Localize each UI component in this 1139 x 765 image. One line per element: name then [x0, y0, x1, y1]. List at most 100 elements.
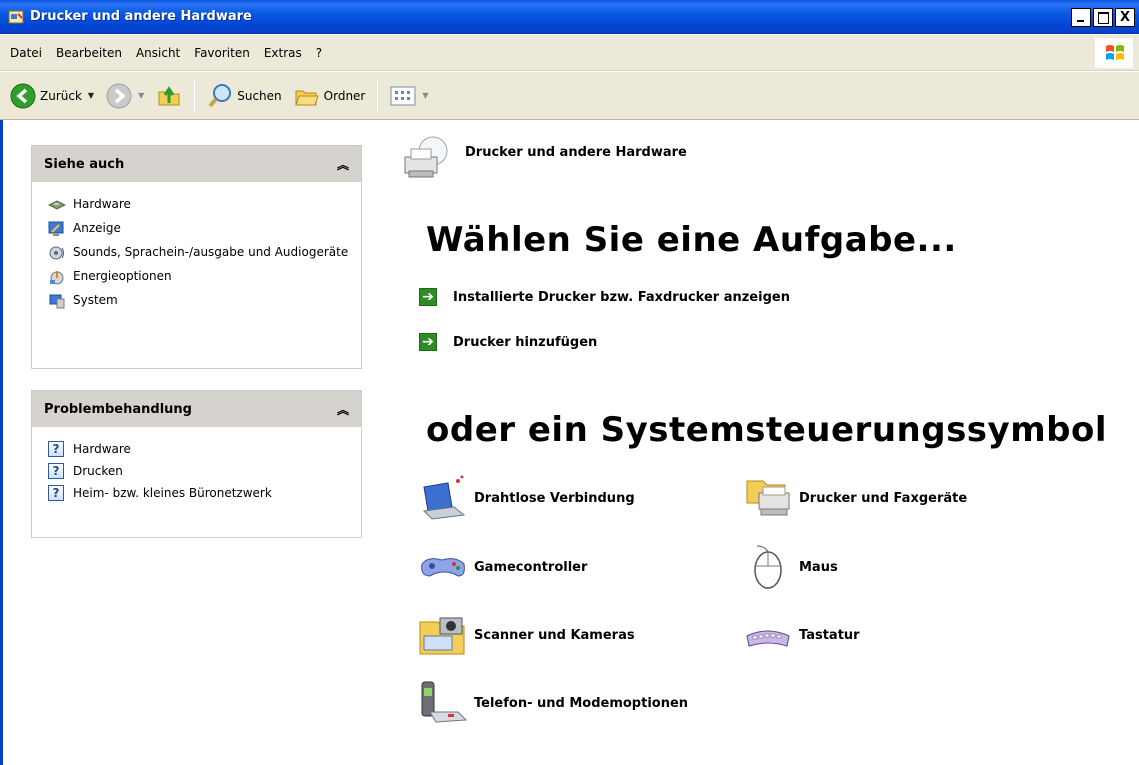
scanner-camera-icon	[419, 617, 465, 655]
window-frame-left	[0, 120, 3, 765]
cp-label: Drucker und Faxgeräte	[799, 490, 968, 506]
printer-fax-icon	[746, 480, 790, 516]
menu-ansicht[interactable]: Ansicht	[136, 46, 180, 60]
see-also-item-label: Hardware	[73, 197, 131, 211]
views-dropdown-icon[interactable]: ▼	[422, 91, 428, 100]
cp-label: Maus	[799, 559, 838, 575]
cp-label: Tastatur	[799, 627, 860, 643]
cp-label: Gamecontroller	[474, 559, 588, 575]
phone-modem-icon	[421, 681, 468, 723]
see-also-item-display[interactable]: Anzeige	[48, 220, 361, 238]
printer-hardware-icon	[404, 136, 448, 178]
troubleshoot-item-label: Drucken	[73, 464, 123, 478]
category-header: Drucker und andere Hardware	[403, 135, 687, 183]
see-also-panel: Siehe auch ︽ Hardware Anzeige Sounds, Sp…	[31, 145, 362, 369]
cp-phone-modem[interactable]: Telefon- und Modemoptionen	[418, 678, 688, 728]
hardware-icon	[48, 200, 66, 210]
see-also-title: Siehe auch	[44, 156, 125, 172]
icon-heading: oder ein Systemsteuerungssymbol	[426, 410, 1107, 450]
menu-bearbeiten[interactable]: Bearbeiten	[56, 46, 122, 60]
troubleshoot-title: Problembehandlung	[44, 401, 192, 417]
windows-flag-icon	[1105, 45, 1124, 60]
control-panel-icon	[8, 10, 24, 24]
search-label: Suchen	[237, 88, 282, 103]
task-label: Installierte Drucker bzw. Faxdrucker anz…	[453, 289, 790, 305]
cp-label: Scanner und Kameras	[474, 627, 635, 643]
task-label: Drucker hinzufügen	[453, 334, 598, 350]
toolbar: Zurück ▼ ▼ Suchen Ordner ▼	[0, 72, 1139, 120]
sound-icon	[49, 246, 64, 260]
troubleshoot-item-printing[interactable]: ? Drucken	[48, 463, 361, 479]
system-icon	[49, 294, 65, 309]
see-also-item-sounds[interactable]: Sounds, Sprachein-/ausgabe und Audiogerä…	[48, 244, 361, 262]
mouse-icon	[754, 545, 782, 589]
folders-icon	[294, 90, 319, 105]
window-title: Drucker und andere Hardware	[30, 9, 252, 24]
help-icon: ?	[48, 463, 64, 479]
back-dropdown-icon[interactable]: ▼	[88, 91, 94, 100]
see-also-item-label: Energieoptionen	[73, 269, 172, 283]
back-arrow-icon	[10, 83, 36, 108]
forward-button[interactable]: ▼	[100, 77, 150, 115]
see-also-item-hardware[interactable]: Hardware	[48, 196, 361, 214]
cp-label: Telefon- und Modemoptionen	[474, 695, 689, 711]
search-icon	[208, 83, 232, 107]
collapse-chevron-icon[interactable]: ︽	[337, 401, 349, 418]
category-title: Drucker und andere Hardware	[465, 144, 687, 160]
task-arrow-icon: ➔	[419, 288, 437, 306]
keyboard-icon	[746, 630, 790, 647]
views-button[interactable]: ▼	[384, 77, 434, 115]
troubleshoot-item-label: Hardware	[73, 442, 131, 456]
troubleshoot-item-network[interactable]: ? Heim- bzw. kleines Büronetzwerk	[48, 485, 361, 501]
task-heading: Wählen Sie eine Aufgabe...	[426, 220, 957, 260]
display-icon	[48, 221, 64, 236]
troubleshoot-item-hardware[interactable]: ? Hardware	[48, 441, 361, 457]
see-also-header[interactable]: Siehe auch ︽	[32, 146, 361, 182]
troubleshoot-panel: Problembehandlung ︽ ? Hardware ? Drucken…	[31, 390, 362, 538]
windows-logo	[1095, 38, 1133, 68]
menu-extras[interactable]: Extras	[264, 46, 302, 60]
wireless-laptop-icon	[422, 475, 466, 520]
up-folder-button[interactable]	[150, 77, 188, 115]
title-bar[interactable]: Drucker und andere Hardware X	[0, 0, 1139, 34]
help-icon: ?	[48, 441, 64, 457]
menu-bar: Datei Bearbeiten Ansicht Favoriten Extra…	[0, 35, 1139, 71]
views-icon	[390, 86, 416, 105]
cp-keyboard[interactable]: Tastatur	[743, 610, 860, 660]
minimize-button[interactable]	[1071, 8, 1091, 27]
help-icon: ?	[48, 485, 64, 501]
see-also-item-label: System	[73, 293, 118, 307]
forward-dropdown-icon[interactable]: ▼	[138, 91, 144, 100]
troubleshoot-item-label: Heim- bzw. kleines Büronetzwerk	[73, 486, 272, 500]
see-also-item-label: Sounds, Sprachein-/ausgabe und Audiogerä…	[73, 245, 349, 259]
task-add-printer[interactable]: ➔ Drucker hinzufügen	[419, 333, 597, 351]
cp-printers-faxes[interactable]: Drucker und Faxgeräte	[743, 473, 967, 523]
menu-favoriten[interactable]: Favoriten	[194, 46, 250, 60]
menu-help[interactable]: ?	[316, 46, 322, 60]
task-view-printers[interactable]: ➔ Installierte Drucker bzw. Faxdrucker a…	[419, 288, 790, 306]
troubleshoot-header[interactable]: Problembehandlung ︽	[32, 391, 361, 427]
maximize-button[interactable]	[1093, 8, 1113, 27]
back-label: Zurück	[40, 88, 82, 103]
gamepad-icon	[421, 558, 465, 577]
task-arrow-icon: ➔	[419, 333, 437, 351]
forward-arrow-icon	[106, 83, 132, 108]
cp-wireless-connection[interactable]: Drahtlose Verbindung	[418, 473, 635, 523]
close-button[interactable]: X	[1115, 8, 1135, 27]
cp-mouse[interactable]: Maus	[743, 542, 838, 592]
power-icon	[50, 271, 64, 285]
up-folder-icon	[158, 85, 180, 105]
see-also-item-system[interactable]: System	[48, 292, 361, 310]
see-also-item-label: Anzeige	[73, 221, 121, 235]
see-also-item-power[interactable]: Energieoptionen	[48, 268, 361, 286]
cp-scanner-camera[interactable]: Scanner und Kameras	[418, 610, 635, 660]
search-button[interactable]: Suchen	[201, 77, 287, 115]
collapse-chevron-icon[interactable]: ︽	[337, 156, 349, 173]
cp-gamecontroller[interactable]: Gamecontroller	[418, 542, 587, 592]
close-icon: X	[1119, 10, 1131, 25]
back-button[interactable]: Zurück ▼	[4, 77, 100, 115]
folders-button[interactable]: Ordner	[288, 77, 372, 115]
cp-label: Drahtlose Verbindung	[474, 490, 635, 506]
menu-datei[interactable]: Datei	[10, 46, 42, 60]
folders-label: Ordner	[323, 88, 366, 103]
